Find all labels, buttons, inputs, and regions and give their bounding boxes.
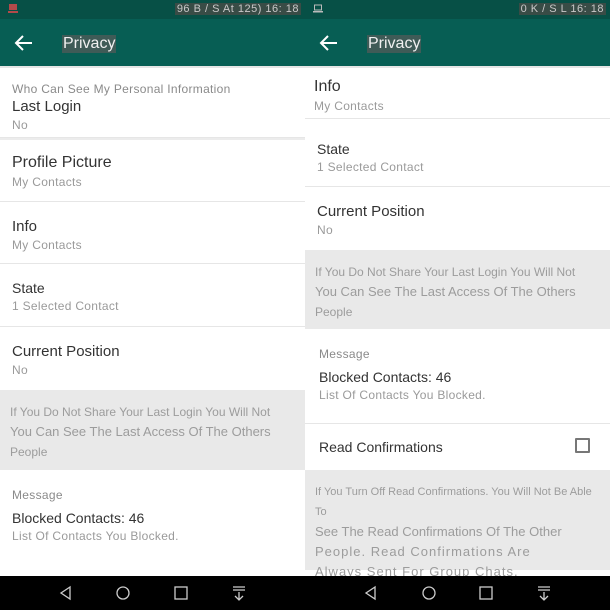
back-arrow-icon[interactable] [14, 34, 34, 52]
row-title: State [317, 141, 350, 157]
row-current-position[interactable]: Current Position No [305, 187, 610, 250]
app-bar: Privacy [0, 19, 305, 68]
row-title: Current Position [12, 343, 120, 360]
row-title: Read Confirmations [319, 439, 443, 455]
row-title: Blocked Contacts: 46 [12, 510, 145, 526]
row-title: Info [314, 78, 341, 95]
home-nav-icon[interactable] [115, 585, 131, 601]
note-line: People. Read Confirmations Are [315, 544, 531, 559]
back-arrow-icon[interactable] [319, 34, 339, 52]
row-subtitle: List Of Contacts You Blocked. [12, 529, 179, 543]
row-blocked-contacts[interactable]: Blocked Contacts: 46 List Of Contacts Yo… [305, 369, 610, 424]
section-header-message: Message [319, 347, 370, 361]
notification-icon [8, 4, 18, 13]
row-title: Profile Picture [12, 154, 112, 171]
row-subtitle: My Contacts [12, 238, 82, 252]
row-title: Blocked Contacts: 46 [319, 369, 452, 385]
notification-pull-icon[interactable] [536, 585, 552, 601]
recents-nav-icon[interactable] [173, 585, 189, 601]
row-title: Current Position [317, 203, 425, 220]
row-profile-picture[interactable]: Profile Picture My Contacts [0, 140, 305, 202]
page-title: Privacy [62, 35, 117, 53]
row-info[interactable]: Info My Contacts [0, 202, 305, 264]
back-nav-icon[interactable] [363, 585, 379, 601]
row-current-position[interactable]: Current Position No [0, 327, 305, 390]
last-login-note: If You Do Not Share Your Last Login You … [305, 250, 610, 329]
row-info[interactable]: Info My Contacts [305, 68, 610, 119]
status-bar: 96 B / S At 125) 16: 18 [0, 0, 305, 19]
section-header-message: Message [12, 488, 63, 502]
system-nav-bar [0, 576, 610, 610]
row-subtitle: List Of Contacts You Blocked. [319, 388, 486, 402]
row-subtitle: My Contacts [12, 175, 82, 189]
row-subtitle: No [12, 118, 28, 132]
row-title: Info [12, 218, 38, 235]
note-line: If You Do Not Share Your Last Login You … [10, 405, 271, 419]
app-bar: Privacy [305, 19, 610, 68]
note-line: If You Turn Off Read Confirmations. You … [315, 486, 592, 518]
read-confirmations-note: If You Turn Off Read Confirmations. You … [305, 470, 610, 576]
note-line: People [315, 305, 353, 319]
last-login-note: If You Do Not Share Your Last Login You … [0, 390, 305, 470]
section-header-personal-info: Who Can See My Personal Information [12, 82, 231, 96]
row-subtitle: 1 Selected Contact [317, 160, 424, 174]
row-state[interactable]: State 1 Selected Contact [0, 264, 305, 327]
right-screen: 0 K / S L 16: 18 Privacy Info My Contact… [305, 0, 610, 576]
laptop-icon [313, 4, 323, 13]
row-title: State [12, 280, 45, 296]
status-text: 0 K / S L 16: 18 [518, 3, 606, 15]
row-subtitle: My Contacts [314, 99, 384, 113]
notification-pull-icon[interactable] [231, 585, 247, 601]
home-nav-icon[interactable] [421, 585, 437, 601]
status-bar: 0 K / S L 16: 18 [305, 0, 610, 19]
row-subtitle: No [12, 363, 28, 377]
row-subtitle: 1 Selected Contact [12, 299, 119, 313]
back-nav-icon[interactable] [58, 585, 74, 601]
status-text: 96 B / S At 125) 16: 18 [174, 3, 301, 15]
recents-nav-icon[interactable] [478, 585, 494, 601]
row-subtitle: No [317, 223, 333, 237]
read-confirmations-checkbox[interactable] [575, 438, 590, 453]
note-line: Always Sent For Group Chats. [315, 564, 519, 576]
row-read-confirmations[interactable]: Read Confirmations [305, 424, 610, 470]
note-line: You Can See The Last Access Of The Other… [315, 284, 576, 299]
row-blocked-contacts[interactable]: Blocked Contacts: 46 List Of Contacts Yo… [0, 510, 305, 550]
note-line: People [10, 445, 48, 459]
row-last-login[interactable]: Last Login No [0, 98, 305, 138]
note-line: You Can See The Last Access Of The Other… [10, 424, 271, 439]
row-title: Last Login [12, 98, 82, 115]
row-state[interactable]: State 1 Selected Contact [305, 119, 610, 187]
page-title: Privacy [367, 35, 422, 53]
left-screen: 96 B / S At 125) 16: 18 Privacy Who Can … [0, 0, 305, 576]
note-line: See The Read Confirmations Of The Other [315, 524, 562, 539]
note-line: If You Do Not Share Your Last Login You … [315, 265, 576, 279]
